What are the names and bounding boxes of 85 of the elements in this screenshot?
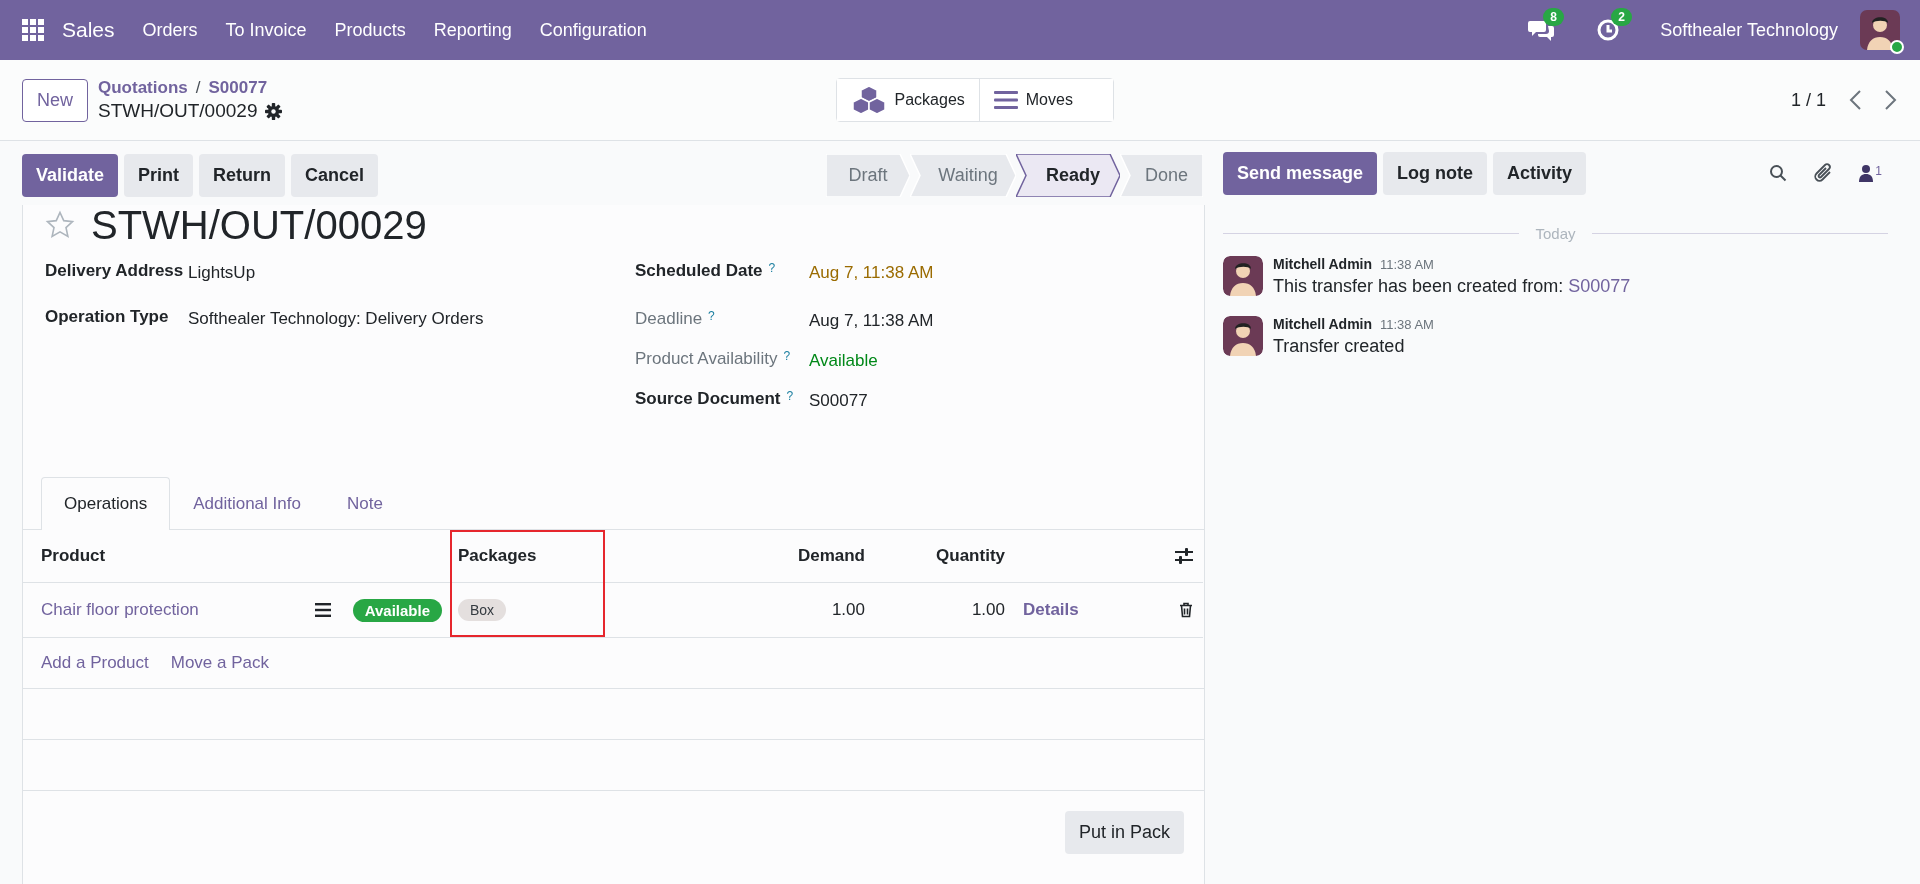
menu-item[interactable]: Orders <box>128 19 212 41</box>
details-link[interactable]: Details <box>1023 600 1079 620</box>
status-step[interactable]: Ready <box>1016 153 1120 197</box>
paperclip-icon[interactable] <box>1813 162 1834 184</box>
primary-button[interactable]: Validate <box>22 153 119 197</box>
message-time: 11:38 AM <box>1379 317 1434 332</box>
document-link[interactable]: S00077 <box>1568 276 1631 296</box>
breadcrumb-separator: / <box>195 78 201 98</box>
author-name: Mitchell Admin <box>1273 316 1373 332</box>
field-label: Delivery Address <box>45 261 185 281</box>
author-avatar <box>1223 256 1263 296</box>
help-mark[interactable]: ? <box>768 261 776 275</box>
boxes-icon <box>850 85 887 115</box>
add-line-link[interactable]: Move a Pack <box>170 653 269 673</box>
breadcrumb-link[interactable]: Quotations <box>98 78 188 98</box>
author-avatar <box>1223 316 1263 356</box>
star-icon[interactable] <box>45 210 75 240</box>
help-mark[interactable]: ? <box>786 389 794 403</box>
field-label: Product Availability $^{?}$ <box>635 349 792 369</box>
user-avatar <box>1860 10 1900 50</box>
column-header[interactable]: Quantity <box>875 530 1015 583</box>
menu-item[interactable]: Configuration <box>525 19 661 41</box>
search-icon[interactable] <box>1769 164 1788 182</box>
put-in-pack-button[interactable]: Put in Pack <box>1064 811 1184 854</box>
activity-count-badge: 2 <box>1611 8 1632 26</box>
message-count-badge: 8 <box>1543 8 1564 26</box>
status-step[interactable]: Done <box>1120 153 1203 197</box>
help-mark[interactable]: ? <box>783 349 791 363</box>
follower-count: 1 <box>1875 164 1882 178</box>
status-step[interactable]: Draft <box>826 153 910 197</box>
add-line-link[interactable]: Add a Product <box>41 653 149 673</box>
tab[interactable]: Additional Info <box>170 477 324 529</box>
package-tag: Box <box>458 599 507 621</box>
action-button[interactable]: Print <box>124 153 194 197</box>
field-label: Source Document $^{?}$ <box>635 389 795 409</box>
availability-badge: Available <box>352 598 442 622</box>
field-value[interactable]: Aug 7, 11:38 AM <box>805 309 1182 331</box>
column-header[interactable]: Product <box>23 530 450 583</box>
record-title: STWH/OUT/00029 <box>91 203 427 247</box>
previous-icon[interactable] <box>1848 89 1862 111</box>
chatter-button[interactable]: Activity <box>1493 151 1587 195</box>
record-name: STWH/OUT/00029 <box>98 100 258 122</box>
sliders-icon[interactable] <box>1175 548 1193 564</box>
table-cell: 1.00 <box>875 583 1015 638</box>
field-label: Scheduled Date $^{?}$ <box>635 261 777 281</box>
menu-item[interactable]: Reporting <box>419 19 526 41</box>
gear-icon[interactable] <box>265 102 283 120</box>
field-value[interactable]: Available <box>805 349 1182 371</box>
column-header[interactable]: Packages <box>450 530 605 583</box>
author-name: Mitchell Admin <box>1273 256 1373 272</box>
field-value[interactable]: Aug 7, 11:38 AM <box>805 261 1182 283</box>
next-icon[interactable] <box>1884 89 1898 111</box>
company-name[interactable]: Softhealer Technology <box>1660 19 1838 41</box>
chatter-button[interactable]: Log note <box>1383 151 1488 195</box>
help-mark[interactable]: ? <box>708 309 715 323</box>
field-value[interactable]: Softhealer Technology: Delivery Orders <box>188 307 635 329</box>
tab[interactable]: Operations <box>41 477 171 530</box>
action-button[interactable]: Return <box>199 153 286 197</box>
table-cell: 1.00 <box>605 583 875 638</box>
new-button[interactable]: New <box>22 78 88 122</box>
message-time: 11:38 AM <box>1379 257 1434 272</box>
apps-menu-icon[interactable] <box>22 19 44 41</box>
message-text: Transfer created <box>1273 336 1406 357</box>
field-value[interactable]: LightsUp <box>188 261 635 283</box>
tab[interactable]: Note <box>323 477 406 529</box>
trash-icon[interactable] <box>1179 602 1193 618</box>
pager-value[interactable]: 1 / 1 <box>1790 89 1826 111</box>
send-message-button[interactable]: Send message <box>1223 151 1378 195</box>
field-value[interactable]: S00077 <box>805 389 1182 411</box>
menu-icon[interactable] <box>314 603 331 617</box>
person-icon[interactable] <box>1859 164 1874 182</box>
message-text: This transfer has been created from: S00077 <box>1273 276 1631 297</box>
product-link[interactable]: Chair floor protection <box>41 600 199 620</box>
status-step[interactable]: Waiting <box>910 153 1016 197</box>
breadcrumb-link[interactable]: S00077 <box>208 78 268 98</box>
column-header[interactable]: Demand <box>605 530 875 583</box>
date-separator: Today <box>1535 225 1576 242</box>
app-name[interactable]: Sales <box>62 18 115 42</box>
action-button[interactable]: Cancel <box>291 153 379 197</box>
smart-button[interactable]: Moves <box>978 79 1113 121</box>
field-label: Operation Type <box>45 307 170 327</box>
field-label: Deadline $^{?}$ <box>635 309 716 329</box>
menu-item[interactable]: Products <box>320 19 420 41</box>
menu-item[interactable]: To Invoice <box>211 19 321 41</box>
list-icon <box>993 90 1018 110</box>
